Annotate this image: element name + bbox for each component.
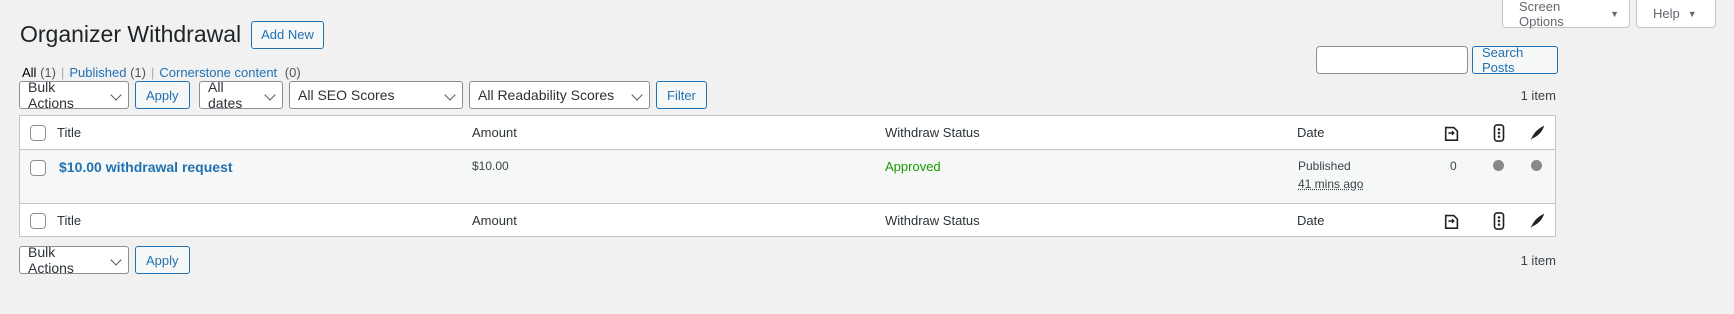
bulk-actions-value-bottom: Bulk Actions (28, 244, 74, 276)
view-cornerstone[interactable]: Cornerstone content (0) (159, 65, 300, 80)
seo-score-icon (1493, 212, 1505, 230)
screen-options-label: Screen Options (1519, 0, 1564, 29)
view-published-count: (1) (130, 65, 146, 80)
search-input[interactable] (1316, 46, 1468, 74)
chevron-down-icon (631, 89, 643, 101)
view-all-count: (1) (40, 65, 56, 80)
column-date-sort-footer[interactable]: Date (1297, 213, 1324, 228)
readability-scores-select[interactable]: All Readability Scores (469, 81, 650, 109)
chevron-down-icon (444, 89, 456, 101)
caret-down-icon: ▼ (1687, 8, 1697, 19)
view-published-label: Published (69, 65, 127, 80)
help-toggle[interactable]: Help ▼ (1636, 0, 1716, 28)
page-heading: Organizer Withdrawal Add New (20, 20, 324, 50)
column-title-sort-footer[interactable]: Title (57, 213, 81, 228)
row-links-count: 0 (1450, 159, 1457, 173)
seo-score-indicator (1493, 160, 1504, 171)
table-row: $10.00 withdrawal request $10.00 Approve… (20, 150, 1555, 204)
items-count: 1 item (1520, 88, 1556, 103)
readability-icon (1530, 213, 1545, 229)
view-all-label: All (22, 65, 37, 80)
apply-button-bottom[interactable]: Apply (135, 246, 190, 274)
items-count-bottom: 1 item (1520, 253, 1556, 268)
caret-down-icon: ▼ (1610, 8, 1619, 19)
apply-button[interactable]: Apply (135, 81, 190, 109)
separator: | (150, 65, 155, 80)
column-title-sort[interactable]: Title (57, 125, 81, 140)
column-amount: Amount (472, 125, 517, 140)
posts-table: Title Amount Withdraw Status Date $10.00… (19, 115, 1556, 237)
screen-options-toggle[interactable]: Screen Options ▼ (1502, 0, 1630, 29)
row-checkbox[interactable] (30, 160, 46, 176)
search-posts-button[interactable]: Search Posts (1472, 45, 1558, 75)
row-title-link[interactable]: $10.00 withdrawal request (59, 159, 233, 175)
chevron-down-icon (264, 89, 276, 101)
seo-scores-select[interactable]: All SEO Scores (289, 81, 463, 109)
column-withdraw-status-footer: Withdraw Status (885, 213, 980, 228)
readability-icon (1530, 125, 1545, 141)
screen-meta-links: Screen Options ▼ Help ▼ (1502, 0, 1716, 29)
separator: | (60, 65, 65, 80)
bulk-actions-select-bottom[interactable]: Bulk Actions (19, 244, 129, 276)
view-published[interactable]: Published (1) (69, 65, 146, 80)
bulk-actions-select[interactable]: Bulk Actions (19, 79, 129, 111)
view-cornerstone-count: (0) (284, 65, 301, 80)
search-box: Search Posts (1316, 45, 1558, 75)
select-all-checkbox-footer[interactable] (30, 213, 46, 229)
table-footer-row: Title Amount Withdraw Status Date (20, 203, 1555, 237)
select-all-checkbox[interactable] (30, 125, 46, 141)
column-date-sort[interactable]: Date (1297, 125, 1324, 140)
bulk-actions-value: Bulk Actions (28, 79, 74, 111)
help-label: Help (1653, 6, 1680, 21)
readability-indicator (1531, 160, 1542, 171)
column-amount-footer: Amount (472, 213, 517, 228)
view-all[interactable]: All (1) (22, 65, 56, 80)
dates-value: All dates (208, 79, 243, 111)
filter-button[interactable]: Filter (656, 81, 707, 109)
column-withdraw-status: Withdraw Status (885, 125, 980, 140)
chevron-down-icon (110, 254, 122, 266)
links-icon (1444, 126, 1459, 142)
add-new-button[interactable]: Add New (251, 20, 324, 49)
row-amount: $10.00 (472, 159, 509, 173)
seo-score-icon (1493, 124, 1505, 142)
row-withdraw-status: Approved (885, 159, 941, 174)
view-cornerstone-label: Cornerstone content (159, 65, 278, 80)
chevron-down-icon (110, 89, 122, 101)
links-icon (1444, 214, 1459, 230)
readability-scores-value: All Readability Scores (478, 87, 615, 103)
table-header-row: Title Amount Withdraw Status Date (20, 116, 1555, 150)
row-date-ago: 41 mins ago (1298, 177, 1364, 191)
view-filters: All (1) | Published (1) | Cornerstone conten… (22, 65, 301, 80)
page-title: Organizer Withdrawal (20, 21, 242, 47)
seo-scores-value: All SEO Scores (298, 87, 395, 103)
row-date-status: Published (1298, 159, 1351, 173)
dates-select[interactable]: All dates (199, 79, 283, 111)
